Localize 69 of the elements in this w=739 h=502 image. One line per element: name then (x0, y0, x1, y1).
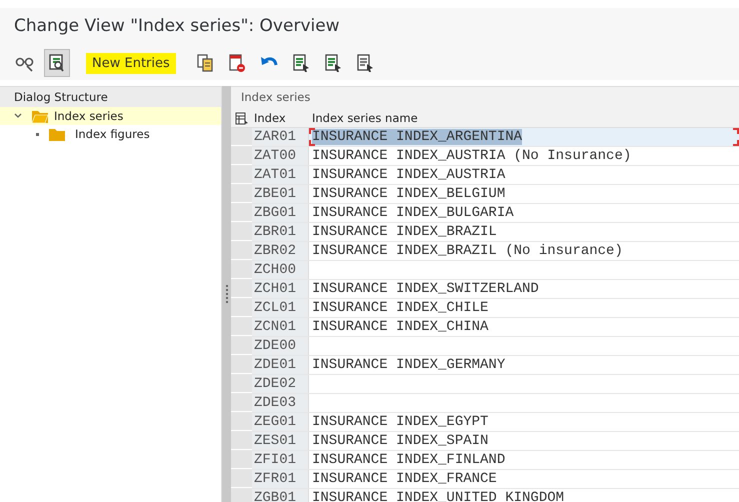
panel-header: Dialog Structure (0, 86, 221, 107)
row-selector[interactable] (231, 166, 252, 184)
table-cell[interactable]: INSURANCE INDEX_BRAZIL (309, 223, 739, 241)
caret-icon[interactable] (14, 113, 22, 119)
table-cell: ZDE01 (252, 356, 309, 374)
new-entries-button[interactable]: New Entries (86, 52, 176, 74)
table-cell[interactable]: INSURANCE INDEX_CHINA (309, 318, 739, 336)
row-selector[interactable] (231, 413, 252, 431)
table-cell[interactable]: INSURANCE INDEX_ARGENTINA (309, 128, 739, 146)
table-cell: ZGB01 (252, 489, 309, 502)
table-cell: ZAT01 (252, 166, 309, 184)
table-cell: ZEG01 (252, 413, 309, 431)
table-cell[interactable]: INSURANCE INDEX_CHILE (309, 299, 739, 317)
table-cell: ZDE00 (252, 337, 309, 355)
row-selector[interactable] (231, 432, 252, 450)
table-cell: ZES01 (252, 432, 309, 450)
table-cell[interactable]: INSURANCE INDEX_FINLAND (309, 451, 739, 469)
row-selector[interactable] (231, 299, 252, 317)
table-cell: ZFI01 (252, 451, 309, 469)
table-cell[interactable]: INSURANCE INDEX_AUSTRIA (309, 166, 739, 184)
table-cell[interactable]: INSURANCE INDEX_FRANCE (309, 470, 739, 488)
table-cell: ZCH01 (252, 280, 309, 298)
table-cell: ZCL01 (252, 299, 309, 317)
row-selector[interactable] (231, 204, 252, 222)
window-title: Change View "Index series": Overview (14, 16, 340, 36)
bullet-icon (36, 132, 39, 136)
row-selector[interactable] (231, 356, 252, 374)
table-cell[interactable]: INSURANCE INDEX_SWITZERLAND (309, 280, 739, 298)
table-cell: ZBG01 (252, 204, 309, 222)
row-selector[interactable] (231, 318, 252, 336)
table-cell: ZAR01 (252, 128, 309, 146)
table-cell: ZBR01 (252, 223, 309, 241)
table-cell[interactable]: INSURANCE INDEX_GERMANY (309, 356, 739, 374)
row-selector[interactable] (231, 394, 252, 412)
row-selector[interactable] (231, 223, 252, 241)
splitter-handle[interactable] (222, 86, 231, 502)
column-header: Index (253, 111, 287, 125)
folder-icon (49, 128, 65, 140)
open-folder-icon (32, 110, 48, 122)
row-selector[interactable] (231, 375, 252, 393)
table-cell[interactable]: INSURANCE INDEX_EGYPT (309, 413, 739, 431)
table-title: Index series (241, 90, 310, 104)
tree-item[interactable]: Index figures (0, 125, 221, 143)
row-selector[interactable] (231, 280, 252, 298)
table-cell: ZDE02 (252, 375, 309, 393)
row-selector[interactable] (231, 470, 252, 488)
column-header: Index series name (311, 111, 419, 125)
row-selector[interactable] (231, 185, 252, 203)
row-selector[interactable] (231, 337, 252, 355)
table-cell: ZCN01 (252, 318, 309, 336)
document-magnifier-icon[interactable] (44, 49, 70, 77)
table-cell[interactable]: INSURANCE INDEX_BRAZIL (No insurance) (309, 242, 739, 260)
table-cell: ZBE01 (252, 185, 309, 203)
table-cell[interactable]: INSURANCE INDEX_BULGARIA (309, 204, 739, 222)
row-selector[interactable] (231, 242, 252, 260)
row-selector[interactable] (231, 451, 252, 469)
tree-item[interactable]: Index series (0, 107, 221, 125)
table-cell: ZCH00 (252, 261, 309, 279)
table-cell: ZFR01 (252, 470, 309, 488)
table-cell[interactable]: INSURANCE INDEX_SPAIN (309, 432, 739, 450)
row-selector[interactable] (231, 261, 252, 279)
table-cell[interactable]: INSURANCE INDEX_BELGIUM (309, 185, 739, 203)
table-cell[interactable]: INSURANCE INDEX_AUSTRIA (No Insurance) (309, 147, 739, 165)
table-cell: ZDE03 (252, 394, 309, 412)
row-selector[interactable] (231, 489, 252, 502)
table-settings-icon[interactable] (234, 112, 248, 124)
table-cell: ZBR02 (252, 242, 309, 260)
row-selector[interactable] (231, 147, 252, 165)
table-cell: ZAT00 (252, 147, 309, 165)
